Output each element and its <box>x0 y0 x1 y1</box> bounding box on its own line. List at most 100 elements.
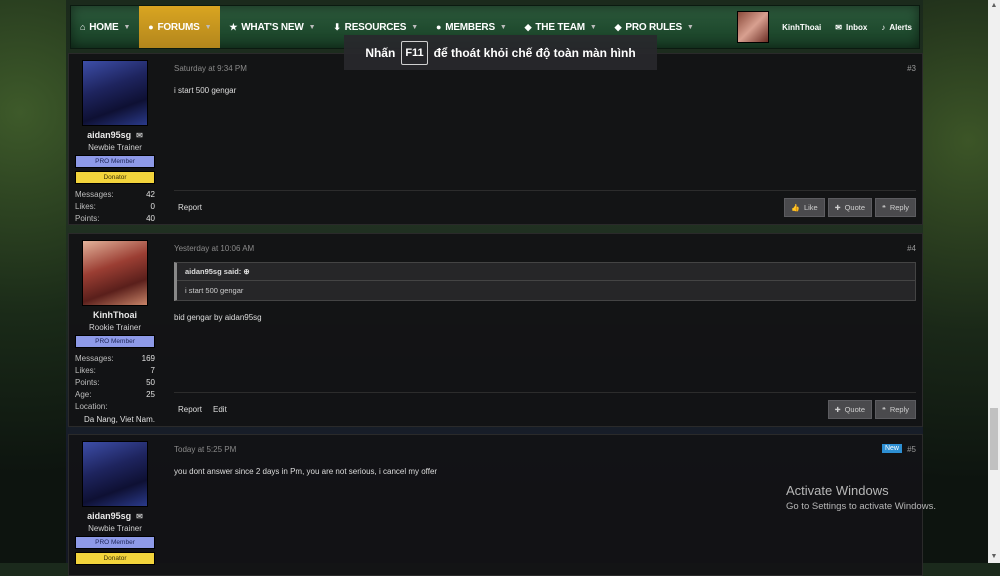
user-title: Newbie Trainer <box>88 143 142 152</box>
bell-icon: ♪ <box>881 22 886 32</box>
mail-icon: ✉ <box>835 22 842 32</box>
scroll-thumb[interactable] <box>990 408 998 470</box>
nav-alerts[interactable]: ♪ Alerts <box>874 23 919 32</box>
quote-author-label: aidan95sg said: <box>185 267 242 276</box>
stat-messages: 169 <box>141 353 155 363</box>
chevron-down-icon[interactable]: ▼ <box>687 24 694 31</box>
stat-location[interactable]: Da Nang, Viet Nam. <box>75 412 155 427</box>
post-number[interactable]: #3 <box>907 64 916 73</box>
fullscreen-hint-before: Nhấn <box>365 45 396 60</box>
nav-home[interactable]: ⌂ HOME ▼ <box>71 6 139 48</box>
reply-label: Reply <box>889 203 909 212</box>
stat-age: 25 <box>146 389 155 399</box>
donator-badge: Donator <box>75 552 155 565</box>
quote-block: aidan95sg said: ⊕ i start 500 gengar <box>174 262 916 301</box>
post: KinhThoai Rookie Trainer PRO Member Mess… <box>68 233 923 427</box>
post-content: Saturday at 9:34 PM #3 i start 500 genga… <box>174 54 916 224</box>
avatar[interactable] <box>82 60 148 126</box>
stat-label: Points: <box>75 213 100 223</box>
like-label: Like <box>803 203 818 212</box>
f11-key: F11 <box>401 40 428 65</box>
username[interactable]: KinhThoai <box>93 310 137 320</box>
quote-author[interactable]: aidan95sg said: ⊕ <box>177 263 915 281</box>
nav-username[interactable]: KinhThoai <box>775 23 828 32</box>
nav-inbox[interactable]: ✉ Inbox <box>828 23 874 32</box>
tag-icon: ◆ <box>524 21 532 32</box>
user-avatar[interactable] <box>737 11 770 43</box>
quote-button[interactable]: ✚ Quote <box>827 198 873 217</box>
activate-subtitle: Go to Settings to activate Windows. <box>786 501 936 512</box>
user-title: Rookie Trainer <box>88 323 142 332</box>
post-header: Today at 5:25 PM New #5 <box>174 444 916 454</box>
star-icon: ★ <box>229 21 238 32</box>
nav-user-area: KinhThoai ✉ Inbox ♪ Alerts <box>737 11 919 43</box>
post-date[interactable]: Yesterday at 10:06 AM <box>174 244 254 253</box>
username-row: aidan95sg ✉ <box>75 511 155 521</box>
nav-whats-new[interactable]: ★ WHAT'S NEW ▼ <box>220 6 324 48</box>
post-number[interactable]: #5 <box>907 445 916 454</box>
like-button[interactable]: 👍 Like <box>784 198 825 217</box>
nav-whats-new-label: WHAT'S NEW <box>241 21 304 33</box>
nav-the-team-label: THE TEAM <box>535 21 585 33</box>
username-row: KinhThoai <box>75 310 155 320</box>
donator-badge: Donator <box>75 171 155 184</box>
post-actions: 👍 Like ✚ Quote ❝ Reply <box>784 198 916 217</box>
chevron-down-icon[interactable]: ▼ <box>309 24 316 31</box>
reply-button[interactable]: ❝ Reply <box>875 400 916 419</box>
post: aidan95sg ✉ Newbie Trainer PRO Member Do… <box>68 53 923 225</box>
home-icon: ⌂ <box>80 22 86 32</box>
avatar[interactable] <box>82 240 148 306</box>
post-number[interactable]: #4 <box>907 244 916 253</box>
mail-icon[interactable]: ✉ <box>136 512 143 521</box>
stat-label: Messages: <box>75 189 114 199</box>
avatar[interactable] <box>82 441 148 507</box>
report-link[interactable]: Report <box>178 405 202 414</box>
reply-icon: ❝ <box>882 406 886 414</box>
username[interactable]: aidan95sg <box>87 130 131 140</box>
activate-windows-watermark: Activate Windows Go to Settings to activ… <box>786 483 936 512</box>
user-icon: ● <box>435 22 442 32</box>
quote-label: Quote <box>844 405 866 414</box>
fullscreen-exit-hint: Nhấn F11 để thoát khỏi chế độ toàn màn h… <box>344 35 657 70</box>
user-title: Newbie Trainer <box>88 524 142 533</box>
arrow-circle-icon[interactable]: ⊕ <box>243 267 249 276</box>
chevron-down-icon[interactable]: ▼ <box>500 24 507 31</box>
post-footer: Report Edit ✚ Quote ❝ Reply <box>174 392 916 426</box>
post-body: aidan95sg said: ⊕ i start 500 gengar bid… <box>174 262 916 322</box>
chevron-down-icon[interactable]: ▼ <box>411 24 418 31</box>
post-text: bid gengar by aidan95sg <box>174 313 262 322</box>
tag-icon: ◆ <box>614 21 622 32</box>
nav-resources-label: RESOURCES <box>344 21 407 33</box>
stat-likes: 0 <box>150 201 155 211</box>
stat-points: 50 <box>146 377 155 387</box>
chevron-down-icon[interactable]: ▼ <box>123 24 130 31</box>
quote-button[interactable]: ✚ Quote <box>827 400 873 419</box>
scroll-down-icon[interactable]: ▼ <box>988 551 1000 563</box>
reply-icon: ❝ <box>882 204 886 212</box>
post-date[interactable]: Saturday at 9:34 PM <box>174 64 247 73</box>
user-stats: Messages: 42 Likes: 0 Points: 40 <box>75 188 155 224</box>
nav-forums[interactable]: ● FORUMS ▼ <box>139 6 221 48</box>
pro-member-badge: PRO Member <box>75 335 155 348</box>
post-user-info: aidan95sg ✉ Newbie Trainer PRO Member Do… <box>75 441 155 565</box>
chevron-down-icon[interactable]: ▼ <box>590 24 597 31</box>
report-link[interactable]: Report <box>178 203 202 212</box>
quote-label: Quote <box>844 203 866 212</box>
nav-alerts-label: Alerts <box>889 22 912 32</box>
post-user-info: KinhThoai Rookie Trainer PRO Member Mess… <box>75 240 155 427</box>
mail-icon[interactable]: ✉ <box>136 131 143 140</box>
scroll-up-icon[interactable]: ▲ <box>988 0 1000 12</box>
fullscreen-hint-after: để thoát khỏi chế độ toàn màn hình <box>433 45 636 60</box>
edit-link[interactable]: Edit <box>213 405 227 414</box>
post-date[interactable]: Today at 5:25 PM <box>174 445 236 454</box>
download-icon: ⬇ <box>333 21 341 32</box>
stat-messages: 42 <box>146 189 155 199</box>
reply-button[interactable]: ❝ Reply <box>875 198 916 217</box>
post-footer: Report 👍 Like ✚ Quote ❝ Reply <box>174 190 916 224</box>
username-row: aidan95sg ✉ <box>75 130 155 140</box>
reply-label: Reply <box>889 405 909 414</box>
username[interactable]: aidan95sg <box>87 511 131 521</box>
chevron-down-icon[interactable]: ▼ <box>205 24 212 31</box>
post-header: Yesterday at 10:06 AM #4 <box>174 244 916 253</box>
scrollbar[interactable]: ▲ ▼ <box>988 0 1000 563</box>
